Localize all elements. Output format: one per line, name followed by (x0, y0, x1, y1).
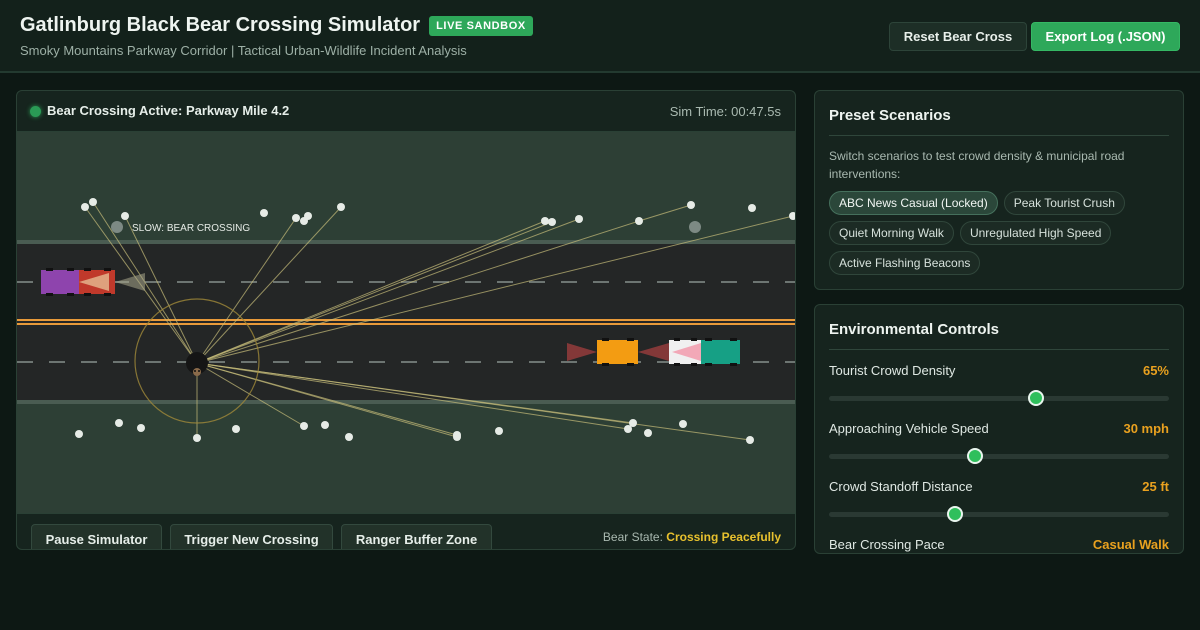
title-row: Gatlinburg Black Bear Crossing Simulator… (20, 14, 533, 37)
bear-state: Bear State: Crossing Peacefully (603, 530, 781, 544)
preset-chip[interactable]: Quiet Morning Walk (829, 221, 954, 245)
control-vehicle-speed: Approaching Vehicle Speed 30 mph (829, 421, 1169, 471)
environmental-controls-panel: Environmental Controls Tourist Crowd Den… (814, 304, 1184, 554)
tourist-pedestrian (115, 419, 123, 427)
vehicle-purple (41, 268, 79, 296)
tourist-pedestrian (345, 433, 353, 441)
vehicle-white (669, 338, 701, 366)
ranger-buffer-zone-button[interactable]: Ranger Buffer Zone (341, 524, 492, 549)
divider (829, 135, 1169, 136)
sign-beacon-icon (111, 221, 123, 233)
tourist-pedestrian (687, 201, 695, 209)
preset-chip[interactable]: Unregulated High Speed (959, 221, 1112, 245)
preset-description: Switch scenarios to test crowd density &… (829, 149, 1125, 181)
preset-scenarios-title: Preset Scenarios (829, 107, 951, 124)
control-value: 65% (1142, 363, 1169, 378)
divider (829, 349, 1169, 350)
curb-north (17, 240, 795, 244)
bear-state-value: Crossing Peacefully (666, 530, 781, 544)
tourist-pedestrian (300, 217, 308, 225)
control-value: 25 ft (1142, 479, 1169, 494)
control-label: Approaching Vehicle Speed (829, 421, 989, 436)
tourist-pedestrian (575, 215, 583, 223)
control-label: Bear Crossing Pace (829, 537, 945, 552)
road-surface (17, 244, 795, 401)
vehicle-teal (701, 338, 740, 366)
bear-crossing-sign: SLOW: BEAR CROSSING (111, 221, 250, 234)
tourist-pedestrian (635, 217, 643, 225)
simulation-canvas[interactable]: SLOW: BEAR CROSSING (17, 132, 795, 513)
pause-simulator-button[interactable]: Pause Simulator (31, 524, 162, 549)
tourist-pedestrian (495, 427, 503, 435)
export-log-button[interactable]: Export Log (.JSON) (1031, 22, 1180, 51)
crowd-density-slider[interactable] (829, 390, 1169, 406)
grass-south (17, 403, 795, 513)
vehicle-speed-slider[interactable] (829, 448, 1169, 464)
tourist-pedestrian (321, 421, 329, 429)
tourist-pedestrian (300, 422, 308, 430)
control-crowd-density: Tourist Crowd Density 65% (829, 363, 1169, 413)
control-value: Casual Walk (1092, 537, 1169, 552)
tourist-pedestrian (624, 425, 632, 433)
tourist-pedestrian (121, 212, 129, 220)
tourist-pedestrian (748, 204, 756, 212)
preset-chip[interactable]: Active Flashing Beacons (829, 251, 981, 275)
bear-state-label: Bear State: (602, 530, 663, 544)
tourist-pedestrian (193, 434, 201, 442)
tourist-pedestrian (292, 214, 300, 222)
control-label: Tourist Crowd Density (829, 363, 956, 378)
sign-beacon-icon (689, 221, 701, 233)
tourist-pedestrian (746, 436, 754, 444)
standoff-distance-slider[interactable] (829, 506, 1169, 522)
tourist-pedestrian (548, 218, 556, 226)
control-standoff-distance: Crowd Standoff Distance 25 ft (829, 479, 1169, 529)
simulator-footer: Pause Simulator Trigger New Crossing Ran… (17, 513, 795, 549)
tourist-pedestrian (260, 209, 268, 217)
trigger-new-crossing-button[interactable]: Trigger New Crossing (170, 524, 333, 549)
preset-chip[interactable]: Peak Tourist Crush (1003, 191, 1125, 215)
tourist-pedestrian (75, 430, 83, 438)
control-label: Crowd Standoff Distance (829, 479, 973, 494)
environmental-controls-title: Environmental Controls (829, 321, 1000, 338)
slider-thumb[interactable] (946, 506, 963, 522)
slider-thumb[interactable] (967, 448, 984, 464)
tourist-pedestrian (541, 217, 549, 225)
app-header: Gatlinburg Black Bear Crossing Simulator… (0, 0, 1200, 73)
control-value: 30 mph (1123, 421, 1169, 436)
crossing-status: Bear Crossing Active: Parkway Mile 4.2 (47, 103, 290, 118)
simulator-header: Bear Crossing Active: Parkway Mile 4.2 S… (17, 91, 795, 132)
app-subtitle: Smoky Mountains Parkway Corridor | Tacti… (20, 43, 467, 58)
preset-chip-list: ABC News Casual (Locked) Peak Tourist Cr… (829, 191, 1174, 275)
status-indicator-icon (30, 106, 41, 117)
control-crossing-pace: Bear Crossing Pace Casual Walk (829, 537, 1169, 553)
tourist-pedestrian (453, 433, 461, 441)
tourist-pedestrian (81, 203, 89, 211)
bear-crossing-sign-text: SLOW: BEAR CROSSING (132, 223, 250, 234)
app-title: Gatlinburg Black Bear Crossing Simulator (20, 14, 421, 36)
preset-chip[interactable]: ABC News Casual (Locked) (829, 191, 998, 215)
tourist-pedestrian (679, 420, 687, 428)
tourist-pedestrian (232, 425, 240, 433)
tourist-pedestrian (337, 203, 345, 211)
tourist-pedestrian (137, 424, 145, 432)
preset-scenarios-panel: Preset Scenarios Switch scenarios to tes… (814, 90, 1184, 290)
tourist-pedestrian (89, 198, 97, 206)
tourist-pedestrian (644, 429, 652, 437)
curb-south (17, 400, 795, 404)
slider-thumb[interactable] (1028, 390, 1045, 406)
simulator-panel: Bear Crossing Active: Parkway Mile 4.2 S… (16, 90, 796, 550)
sim-time: Sim Time: 00:47.5s (669, 104, 781, 119)
live-sandbox-badge: LIVE SANDBOX (429, 15, 533, 36)
reset-bear-cross-button[interactable]: Reset Bear Cross (889, 22, 1027, 51)
